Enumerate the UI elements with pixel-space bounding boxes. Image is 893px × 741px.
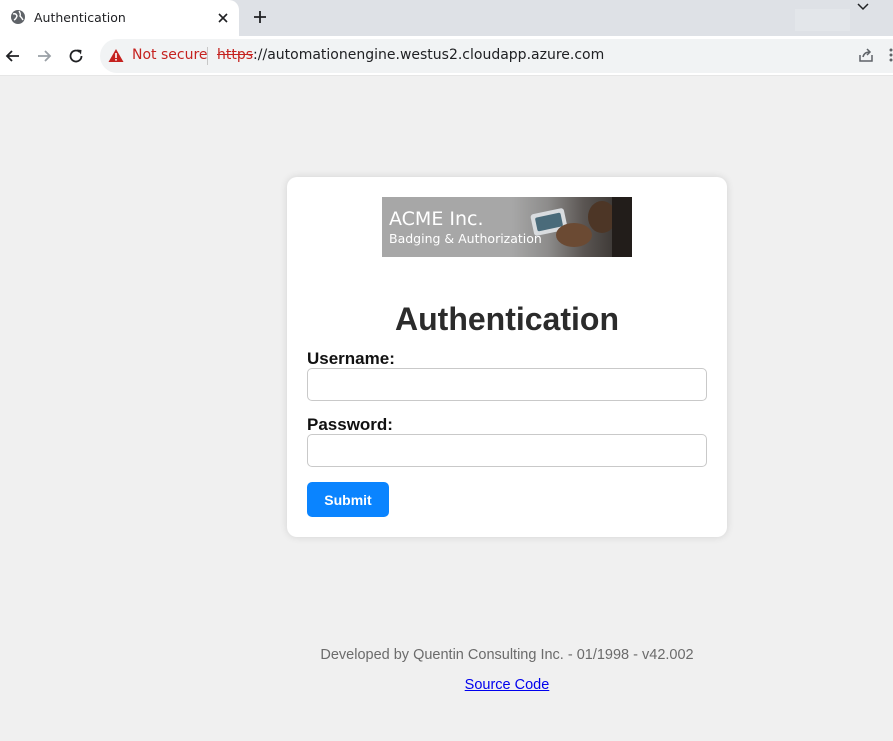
not-secure-label[interactable]: Not secure [132, 47, 208, 63]
source-code-link-container: Source Code [0, 677, 893, 693]
tab-strip: Authentication [0, 0, 893, 36]
browser-toolbar: Not secure https://automationengine.west… [0, 36, 893, 76]
back-arrow-icon[interactable] [3, 46, 23, 66]
url-text[interactable]: https://automationengine.westus2.cloudap… [217, 47, 604, 63]
tab-strip-space [795, 9, 850, 31]
username-field[interactable] [307, 368, 707, 401]
globe-icon [11, 10, 25, 24]
username-label: Username: [307, 349, 395, 368]
password-field[interactable] [307, 434, 707, 467]
password-label: Password: [307, 415, 393, 434]
forward-arrow-icon[interactable] [34, 46, 54, 66]
close-icon[interactable] [214, 9, 232, 27]
banner-subtitle: Badging & Authorization [389, 231, 542, 246]
reload-icon[interactable] [66, 46, 86, 66]
chevron-down-icon[interactable] [855, 0, 871, 14]
page-title: Authentication [395, 301, 619, 337]
banner-title: ACME Inc. [389, 208, 484, 230]
submit-button[interactable]: Submit [307, 482, 389, 517]
login-card: ACME Inc. Badging & Authorization Authen… [287, 177, 727, 537]
phone-hand-image [530, 197, 632, 257]
plus-icon[interactable] [251, 8, 269, 26]
footer-credit: Developed by Quentin Consulting Inc. - 0… [320, 647, 694, 663]
url-host: ://automationengine.westus2.cloudapp.azu… [253, 47, 605, 63]
share-icon[interactable] [857, 46, 875, 64]
browser-tab-authentication[interactable]: Authentication [0, 0, 239, 36]
menu-icon[interactable] [887, 46, 893, 64]
address-separator [207, 47, 208, 65]
url-scheme: https [217, 47, 254, 63]
tab-title: Authentication [34, 10, 126, 25]
warning-icon[interactable] [108, 48, 124, 63]
banner-photo [512, 197, 632, 257]
source-code-link[interactable]: Source Code [465, 677, 550, 693]
acme-banner: ACME Inc. Badging & Authorization [382, 197, 632, 257]
